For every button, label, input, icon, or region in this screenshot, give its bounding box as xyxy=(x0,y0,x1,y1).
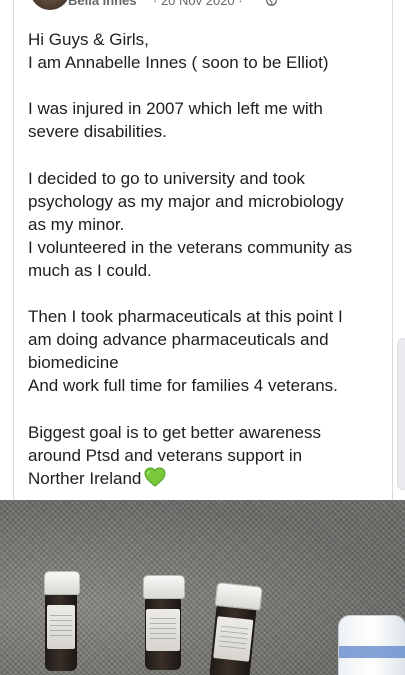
text-line: as my minor. xyxy=(28,214,125,234)
paragraph-greeting: Hi Guys & Girls, I am Annabelle Innes ( … xyxy=(28,28,388,74)
globe-icon xyxy=(266,0,277,6)
text-line: I was injured in 2007 which left me with xyxy=(28,99,323,119)
medicine-bottle xyxy=(44,571,80,671)
author-name[interactable]: Bella Innes xyxy=(68,0,137,8)
text-line: Then I took pharmaceuticals at this poin… xyxy=(28,307,343,327)
post-card: Bella Innes · 20 Nov 2020 · Hi Guys & Gi… xyxy=(13,0,393,500)
text-line: severe disabilities. xyxy=(28,122,167,142)
text-line: biomedicine xyxy=(28,353,119,373)
text-line: Hi Guys & Girls, xyxy=(28,30,149,49)
text-line: I volunteered in the veterans community … xyxy=(28,237,353,257)
scroll-edge[interactable] xyxy=(397,338,405,490)
text-line: Biggest goal is to get better awareness xyxy=(28,422,321,442)
text-line: And work full time for families 4 vetera… xyxy=(28,376,338,396)
paragraph-goal: Biggest goal is to get better awareness … xyxy=(28,421,388,490)
post-meta[interactable]: · 20 Nov 2020 · xyxy=(153,0,243,8)
text-line-last: Norther Ireland xyxy=(28,467,388,490)
text-line: I am Annabelle Innes ( soon to be Elliot… xyxy=(28,53,329,73)
medicine-bottle xyxy=(143,575,185,670)
paragraph-pharmaceuticals: Then I took pharmaceuticals at this poin… xyxy=(28,305,388,397)
avatar[interactable] xyxy=(30,0,70,10)
post-body: Hi Guys & Girls, I am Annabelle Innes ( … xyxy=(28,28,388,513)
text-line: I decided to go to university and took xyxy=(28,168,305,188)
green-heart-icon xyxy=(144,467,166,487)
text-line: psychology as my major and microbiology xyxy=(28,191,344,211)
text-line: am doing advance pharmaceuticals and xyxy=(28,330,329,350)
paragraph-injury: I was injured in 2007 which left me with… xyxy=(28,97,388,143)
text-line: Norther Ireland xyxy=(28,468,142,488)
text-line: around Ptsd and veterans support in xyxy=(28,445,303,465)
paragraph-university: I decided to go to university and took p… xyxy=(28,167,388,282)
medicine-bottle xyxy=(207,581,263,675)
medicine-bottle-large xyxy=(338,615,405,675)
text-line: much as I could. xyxy=(28,260,152,280)
post-photo[interactable] xyxy=(0,500,405,675)
